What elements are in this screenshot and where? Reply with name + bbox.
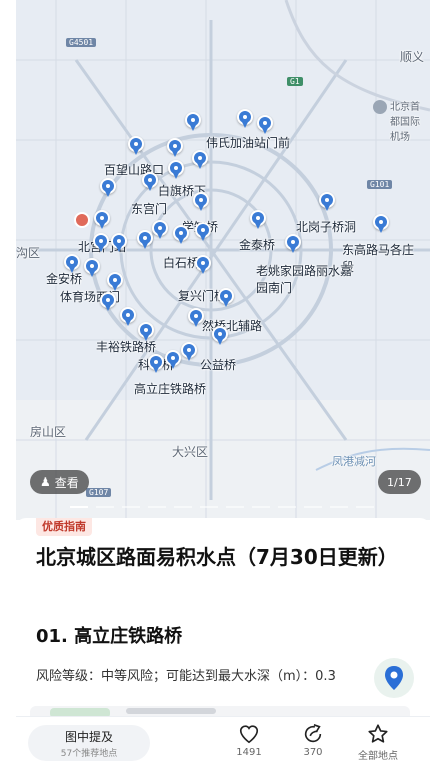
mentioned-places-label: 图中提及 — [64, 730, 113, 744]
location-pin[interactable] — [257, 115, 273, 135]
location-pin[interactable] — [148, 354, 164, 374]
location-pin[interactable] — [142, 172, 158, 192]
map-label-laoyao: 老姚家园路丽水嘉园南门 — [256, 264, 353, 295]
location-pin[interactable] — [120, 307, 136, 327]
map-label-airport: 北京首都国际机场 — [390, 102, 420, 143]
road-shield-g107: G107 — [86, 488, 112, 497]
location-pin[interactable] — [195, 255, 211, 275]
map-view[interactable]: G4501 G1 G101 G107 顺义 北京首都国际机场 伟氏加油站门前 百… — [16, 0, 430, 520]
map-locate-button[interactable] — [374, 658, 414, 698]
location-pin[interactable] — [173, 225, 189, 245]
location-pin[interactable] — [165, 350, 181, 370]
location-pin[interactable] — [100, 178, 116, 198]
location-pin[interactable] — [138, 322, 154, 342]
location-pin[interactable] — [168, 160, 184, 180]
location-pin[interactable] — [111, 233, 127, 253]
risk-info: 风险等级：中等风险；可能达到最大水深（m）：0.3 — [36, 669, 336, 684]
location-pin[interactable] — [212, 326, 228, 346]
location-pin[interactable] — [373, 214, 389, 234]
like-button[interactable]: 1491 — [219, 723, 279, 758]
location-pin[interactable] — [195, 222, 211, 242]
map-label-shunyi: 顺义 — [400, 50, 425, 64]
map-label-gouzhu: 沟区 — [16, 246, 41, 260]
location-pin[interactable] — [218, 288, 234, 308]
star-icon — [368, 724, 388, 743]
location-pin[interactable] — [319, 192, 335, 212]
location-heading: 01. 高立庄铁路桥 — [36, 626, 183, 647]
location-pin[interactable] — [237, 109, 253, 129]
location-pin[interactable] — [181, 342, 197, 362]
like-count: 1491 — [236, 747, 262, 758]
mentioned-places-count: 57个推荐地点 — [60, 749, 118, 759]
map-label-jintai: 金泰桥 — [239, 238, 276, 252]
map-label-ranjiao: 然桥北辅路 — [202, 319, 263, 333]
map-pin-icon — [385, 666, 403, 690]
location-pin[interactable] — [250, 210, 266, 230]
all-places-label: 全部地点 — [358, 751, 398, 762]
current-location-marker — [74, 212, 90, 228]
map-label-beigang: 北岗子桥洞 — [296, 220, 357, 234]
map-label-gongyi: 公益桥 — [200, 358, 237, 372]
location-pin[interactable] — [137, 230, 153, 250]
all-places-button[interactable]: 全部地点 — [348, 723, 408, 762]
location-pin[interactable] — [167, 138, 183, 158]
location-pin[interactable] — [64, 254, 80, 274]
map-label-baishiqiao: 白石桥 — [163, 256, 200, 270]
road-shield-g101: G101 — [367, 180, 393, 189]
map-label-weishi: 伟氏加油站门前 — [206, 136, 291, 150]
location-pin[interactable] — [93, 233, 109, 253]
location-pin[interactable] — [152, 220, 168, 240]
location-pin[interactable] — [192, 150, 208, 170]
heart-icon — [239, 725, 259, 744]
road-shield-g1: G1 — [287, 77, 303, 86]
airport-icon — [373, 100, 387, 114]
location-pin[interactable] — [100, 292, 116, 312]
map-label-fenggang: 凤港减河 — [332, 455, 376, 468]
map-label-daxing: 大兴区 — [172, 445, 209, 459]
share-button[interactable]: 370 — [283, 723, 343, 758]
image-counter: 1/17 — [378, 470, 421, 494]
view-button-label: 查看 — [54, 475, 79, 490]
page-title: 北京城区路面易积水点（7月30日更新） — [36, 545, 398, 569]
person-icon: ♟ — [40, 475, 51, 489]
map-label-donggongmen: 东宫门 — [131, 202, 168, 216]
location-pin[interactable] — [107, 272, 123, 292]
quality-guide-tag: 优质指南 — [36, 518, 92, 536]
carousel-indicator — [70, 506, 374, 508]
location-pin[interactable] — [285, 234, 301, 254]
mentioned-places-button[interactable]: 图中提及 57个推荐地点 — [28, 725, 150, 761]
location-pin[interactable] — [185, 112, 201, 132]
map-label-gaolizhuang: 高立庄铁路桥 — [134, 382, 207, 396]
location-pin[interactable] — [188, 308, 204, 328]
location-pin[interactable] — [193, 192, 209, 212]
share-count: 370 — [303, 747, 323, 758]
location-pin[interactable] — [128, 136, 144, 156]
share-icon — [304, 724, 322, 743]
road-shield-g4501: G4501 — [66, 38, 97, 47]
location-pin[interactable] — [84, 258, 100, 278]
map-label-fangshan: 房山区 — [30, 425, 67, 439]
location-pin[interactable] — [94, 210, 110, 230]
view-button[interactable]: ♟ 查看 — [30, 470, 89, 494]
bottom-action-bar: 图中提及 57个推荐地点 1491 370 全部地点 — [16, 716, 430, 766]
